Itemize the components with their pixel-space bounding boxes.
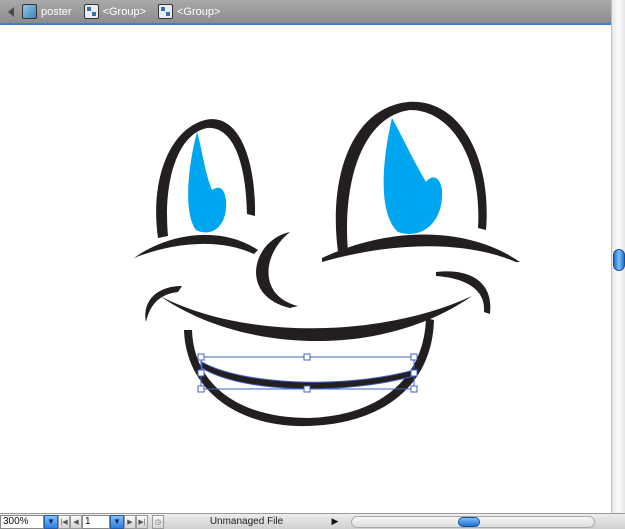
first-icon: |◀ [60, 518, 68, 526]
breadcrumb-label: <Group> [177, 5, 221, 18]
back-arrow-icon[interactable] [0, 0, 22, 23]
left-eye[interactable] [156, 119, 256, 238]
next-artboard-button[interactable]: ▶ [124, 514, 136, 529]
last-artboard-button[interactable]: ▶| [136, 514, 148, 529]
horizontal-scroll-thumb[interactable] [458, 516, 480, 527]
zoom-dropdown-button[interactable]: ▼ [44, 514, 58, 529]
group-icon [158, 4, 173, 19]
breadcrumb-item-group-2[interactable]: <Group> [158, 4, 220, 19]
horizontal-scrollbar[interactable] [351, 515, 595, 528]
clock-icon: ◷ [154, 518, 162, 526]
artboard-canvas[interactable] [0, 27, 611, 513]
zoom-level-field[interactable]: 300% [0, 514, 44, 529]
lower-lip[interactable] [201, 361, 415, 390]
layer-icon [22, 4, 37, 19]
last-icon: ▶| [138, 518, 146, 526]
chevron-down-icon: ▼ [47, 517, 55, 526]
chevron-down-icon: ▼ [113, 517, 121, 526]
vertical-scroll-thumb[interactable] [613, 249, 625, 271]
group-icon [83, 4, 99, 19]
left-cheek-line[interactable] [134, 234, 258, 258]
status-bar: 300% ▼ |◀ ◀ 1 ▼ ▶ ▶| ◷ Unmanaged File ▶ [0, 513, 625, 529]
breadcrumb-label: poster [41, 5, 72, 18]
next-icon: ▶ [127, 518, 133, 526]
previous-icon: ◀ [73, 518, 79, 526]
artboard-number-field[interactable]: 1 [82, 514, 110, 529]
face-artwork[interactable] [0, 27, 611, 513]
vertical-scrollbar[interactable] [611, 0, 625, 513]
file-status-label: Unmanaged File [209, 516, 284, 527]
status-menu-arrow-icon[interactable]: ▶ [329, 515, 341, 529]
nose[interactable] [256, 232, 298, 308]
previous-artboard-button[interactable]: ◀ [70, 514, 82, 529]
status-options-button[interactable]: ◷ [152, 514, 164, 529]
breadcrumb-item-poster[interactable]: poster [22, 4, 72, 19]
breadcrumb-item-group-1[interactable]: <Group> [83, 4, 146, 19]
right-eye[interactable] [335, 101, 487, 252]
isolation-breadcrumb: poster <Group> <Group> [0, 0, 611, 25]
artboard-dropdown-button[interactable]: ▼ [110, 514, 124, 529]
right-cheek-line[interactable] [322, 234, 520, 262]
breadcrumb-label: <Group> [102, 5, 146, 18]
first-artboard-button[interactable]: |◀ [58, 514, 70, 529]
